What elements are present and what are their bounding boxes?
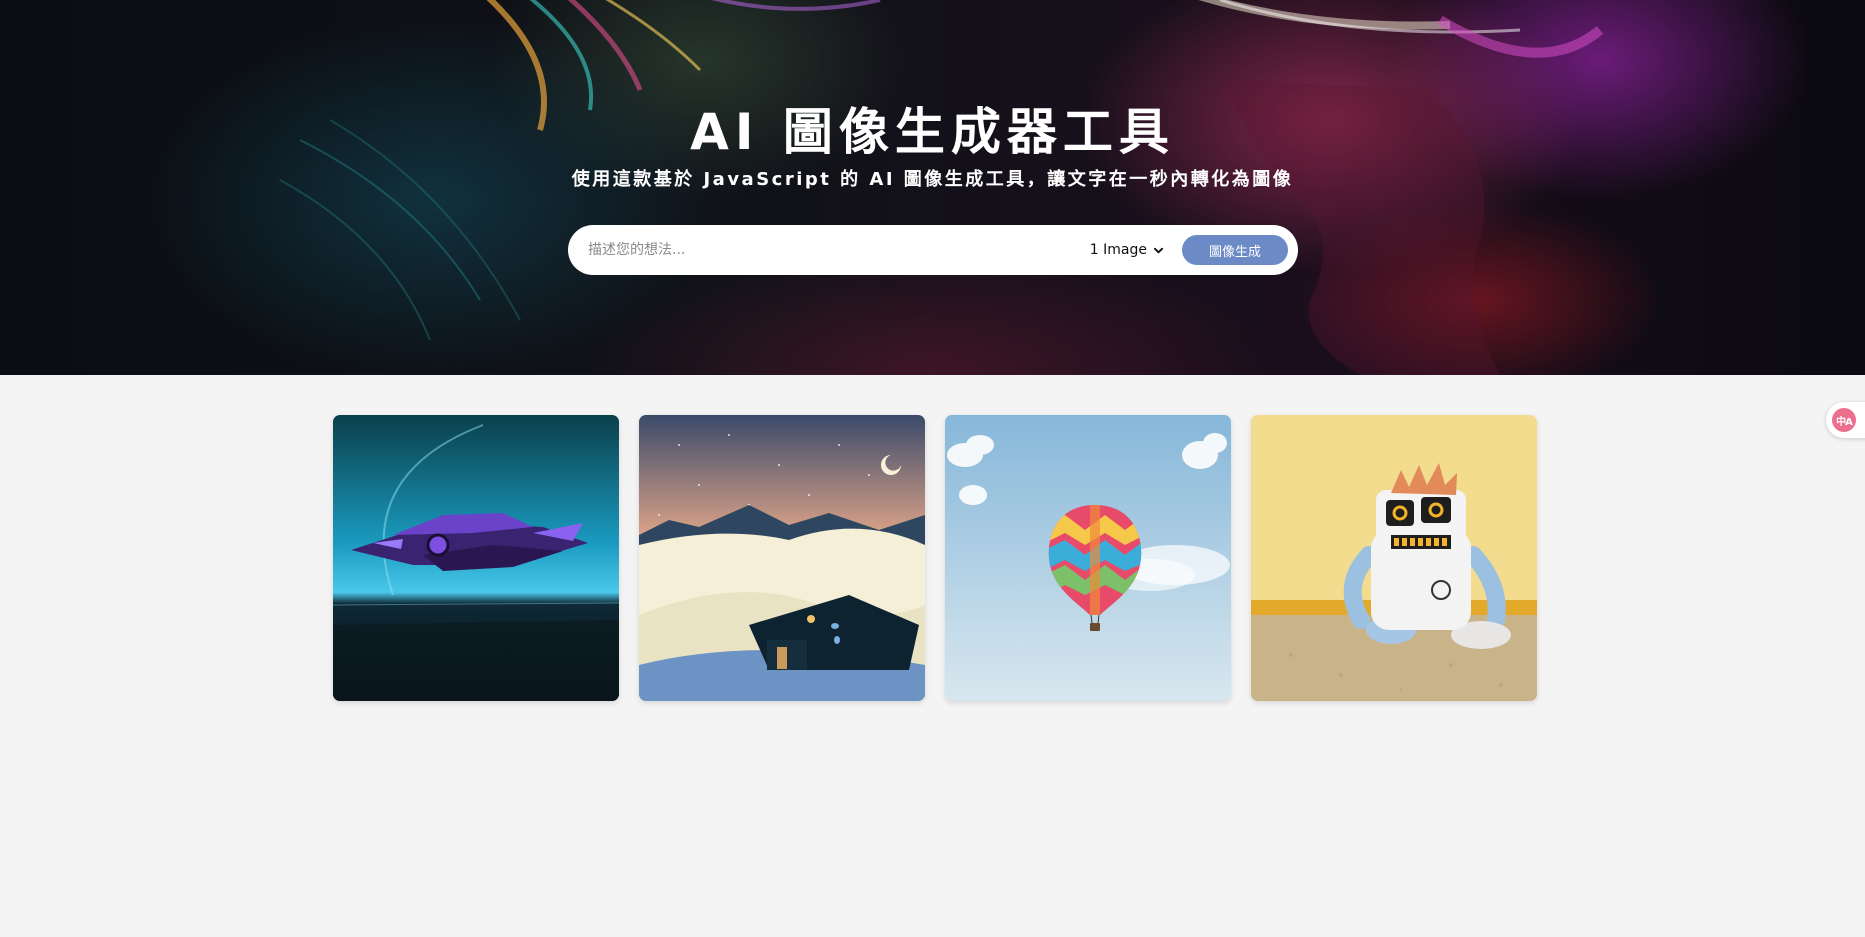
chevron-down-icon — [1153, 247, 1164, 253]
plush-robot-image — [1251, 415, 1537, 701]
hot-air-balloon-image — [945, 415, 1231, 701]
hero-banner: AI 圖像生成器工具 使用這款基於 JavaScript 的 AI 圖像生成工具… — [0, 0, 1865, 375]
gallery-image-card[interactable] — [945, 415, 1231, 701]
gallery-image-card[interactable] — [333, 415, 619, 701]
prompt-form: 1 Image 圖像生成 — [568, 225, 1298, 275]
gallery-image-card[interactable] — [1251, 415, 1537, 701]
prompt-input[interactable] — [588, 235, 1090, 265]
translate-button[interactable]: 中A — [1826, 402, 1865, 438]
page-title: AI 圖像生成器工具 — [690, 103, 1175, 161]
page-subtitle: 使用這款基於 JavaScript 的 AI 圖像生成工具，讓文字在一秒內轉化為… — [571, 169, 1294, 190]
image-count-value: 1 Image — [1089, 242, 1147, 258]
generate-button[interactable]: 圖像生成 — [1182, 235, 1288, 265]
spaceship-image — [333, 415, 619, 701]
image-gallery — [333, 415, 1537, 701]
snowy-cabin-image — [639, 415, 925, 701]
gallery-image-card[interactable] — [639, 415, 925, 701]
image-count-select[interactable]: 1 Image — [1090, 242, 1164, 258]
translate-icon: 中A — [1832, 408, 1856, 432]
